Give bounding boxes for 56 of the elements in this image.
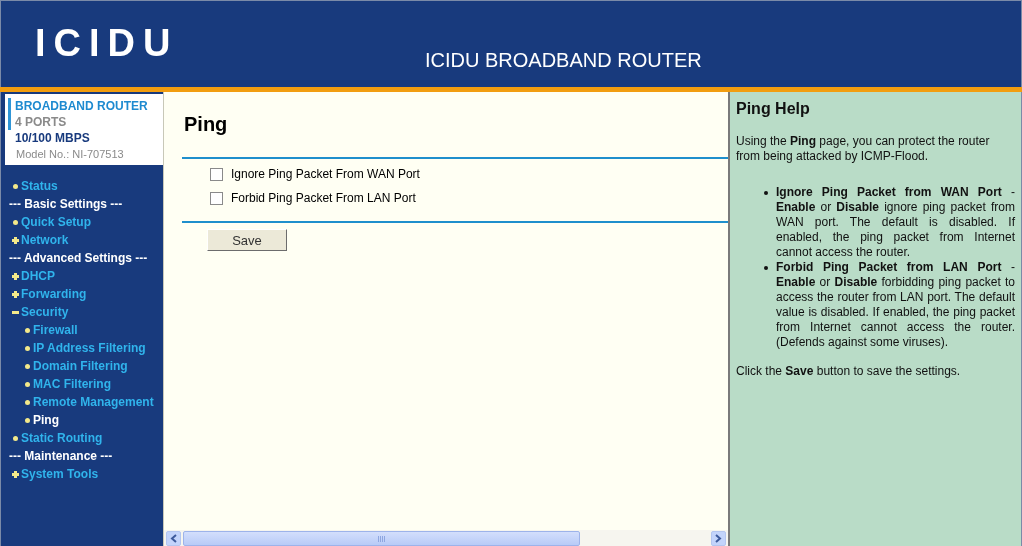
horizontal-scrollbar[interactable] (164, 530, 728, 546)
checkbox-label: Ignore Ping Packet From WAN Port (231, 167, 420, 181)
menu-item[interactable]: Static Routing (21, 431, 103, 445)
menu-item[interactable]: Ping (33, 413, 59, 427)
bullet-icon (764, 266, 768, 270)
menu-heading: --- Maintenance --- (9, 449, 113, 463)
page-title: Ping (184, 113, 229, 136)
plus-icon[interactable] (11, 470, 19, 478)
bullet-icon (24, 345, 30, 351)
bullet-icon (764, 191, 768, 195)
product-name: BROADBAND ROUTER (8, 98, 148, 114)
checkbox-label: Forbid Ping Packet From LAN Port (231, 191, 416, 205)
minus-icon[interactable] (11, 310, 19, 314)
menu-item[interactable]: Security (21, 305, 69, 319)
product-speed: 10/100 MBPS (14, 130, 90, 146)
help-title: Ping Help (736, 100, 811, 118)
menu-item[interactable]: Quick Setup (21, 215, 91, 229)
menu-item[interactable]: DHCP (21, 269, 55, 283)
plus-icon[interactable] (11, 290, 19, 298)
menu-item[interactable]: Domain Filtering (33, 359, 128, 373)
page-header-title: ICIDU BROADBAND ROUTER (425, 49, 702, 72)
menu-item[interactable]: Forwarding (21, 287, 87, 301)
help-text: Using the Ping page, you can protect the router from being attacked by ICMP-Flood. (736, 134, 991, 164)
help-list-item: Ignore Ping Packet from WAN Port - Enable or Disable ignore ping packet from WAN port. The default is disabled. If enabled, the ping packet from Internet cannot access the router. (776, 185, 1015, 260)
bullet-icon (24, 327, 30, 333)
scroll-right-button[interactable] (711, 531, 726, 546)
bullet-icon (12, 219, 18, 225)
menu-item[interactable]: Status (21, 179, 58, 193)
save-button[interactable]: Save (207, 229, 287, 251)
menu-heading: --- Advanced Settings --- (9, 251, 148, 265)
menu-item[interactable]: System Tools (21, 467, 99, 481)
logo: ICIDU (35, 24, 179, 62)
scrollbar-thumb[interactable] (183, 531, 580, 546)
product-ports: 4 PORTS (8, 114, 67, 130)
help-text: Click the Save button to save the settings. (736, 364, 962, 379)
bullet-icon (12, 183, 18, 189)
help-list-item: Forbid Ping Packet from LAN Port - Enable or Disable forbidding ping packet to access the router from LAN port. The default value is disabled. If enabled, the ping packet from Internet cannot access the router. (Defends against some viruses). (776, 260, 1015, 350)
chevron-left-icon (170, 534, 177, 543)
checkbox[interactable] (210, 167, 223, 181)
bullet-icon (24, 363, 30, 369)
plus-icon[interactable] (11, 236, 19, 244)
bullet-icon (12, 435, 18, 441)
menu-item[interactable]: Network (21, 233, 69, 247)
menu-item[interactable]: Firewall (33, 323, 78, 337)
bullet-icon (24, 399, 30, 405)
plus-icon[interactable] (11, 272, 19, 280)
bullet-icon (24, 381, 30, 387)
model-number: Model No.: NI-707513 (15, 147, 124, 162)
menu-heading: --- Basic Settings --- (9, 197, 123, 211)
bullet-icon (24, 417, 30, 423)
scroll-left-button[interactable] (166, 531, 181, 546)
menu-item[interactable]: IP Address Filtering (33, 341, 146, 355)
menu-item[interactable]: MAC Filtering (33, 377, 111, 391)
menu-item[interactable]: Remote Management (33, 395, 154, 409)
chevron-right-icon (715, 534, 722, 543)
checkbox[interactable] (210, 191, 223, 205)
